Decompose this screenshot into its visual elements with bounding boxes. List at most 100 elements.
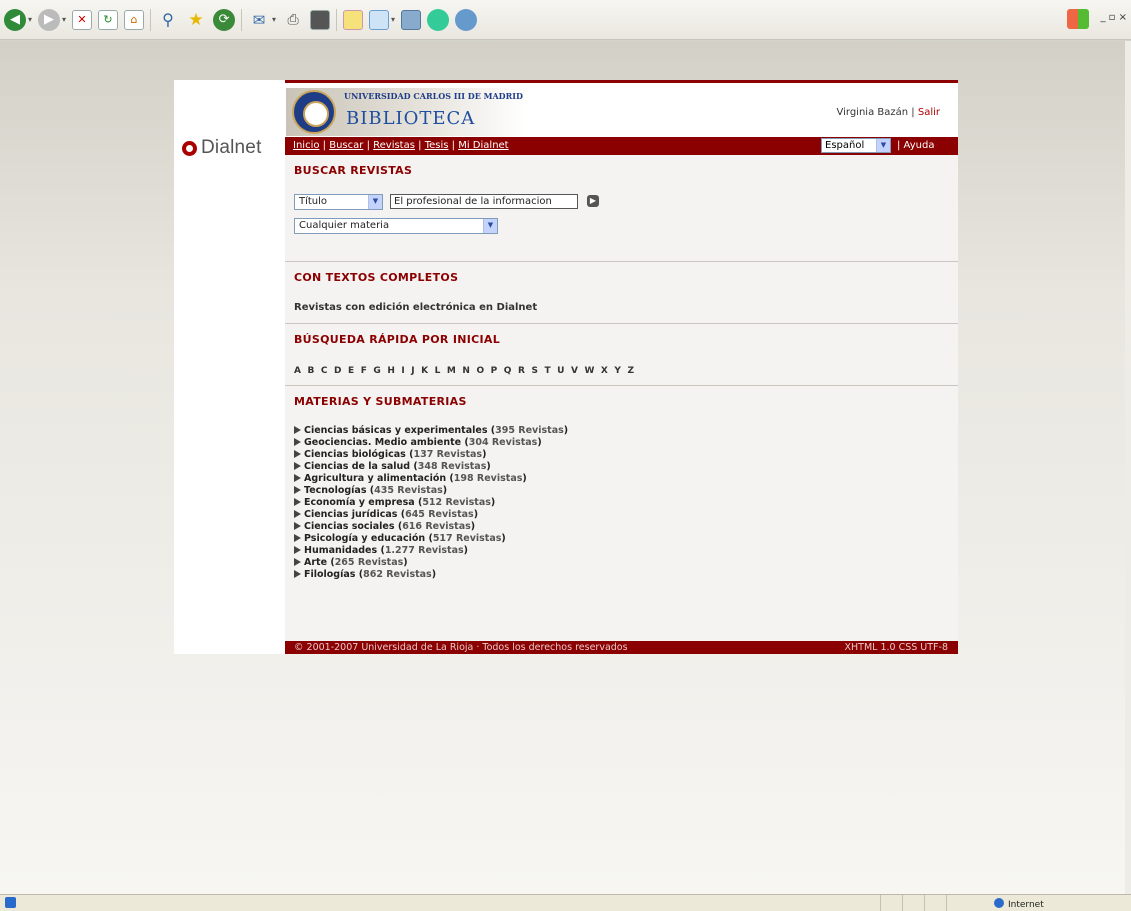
users-icon[interactable]	[427, 8, 450, 31]
user-name: Virginia Bazán	[836, 107, 909, 118]
messenger-icon[interactable]	[369, 9, 390, 30]
university-seal-icon	[292, 90, 336, 134]
language-value: Español	[825, 140, 865, 151]
library-name: BIBLIOTECA	[346, 108, 476, 129]
materia-item[interactable]: Ciencias sociales (616 Revistas)	[294, 521, 568, 533]
research-icon[interactable]	[401, 9, 422, 30]
main-content: UNIVERSIDAD CARLOS III DE MADRID BIBLIOT…	[285, 80, 958, 654]
quick-search-title: BÚSQUEDA RÁPIDA POR INICIAL	[294, 333, 501, 346]
search-go-button[interactable]: ▶	[587, 195, 599, 207]
nav-mi-dialnet[interactable]: Mi Dialnet	[458, 140, 508, 151]
dialnet-logo[interactable]: Dialnet	[182, 137, 262, 159]
chevron-down-icon[interactable]: ▼	[876, 139, 890, 152]
language-select[interactable]: Español ▼	[821, 138, 891, 153]
materias-title: MATERIAS Y SUBMATERIAS	[294, 395, 467, 408]
browser-toolbar: ◀ ▾ ▶ ▾ ✕ ↻ ⌂ ⚲ ★ ⟳ ✉ ▾ ⎙ ▾	[0, 0, 1131, 40]
alphabet-links[interactable]: A B C D E F G H I J K L M N O P Q R S T …	[294, 366, 634, 376]
expand-triangle-icon	[294, 498, 301, 506]
materia-item[interactable]: Filologías (862 Revistas)	[294, 569, 568, 581]
forward-icon[interactable]: ▶	[38, 8, 61, 31]
expand-triangle-icon	[294, 534, 301, 542]
materias-list: Ciencias básicas y experimentales (395 R…	[294, 425, 568, 581]
vertical-scrollbar[interactable]	[1125, 41, 1131, 894]
materia-item[interactable]: Ciencias básicas y experimentales (395 R…	[294, 425, 568, 437]
page-icon	[5, 897, 16, 908]
materia-item[interactable]: Ciencias biológicas (137 Revistas)	[294, 449, 568, 461]
nav-revistas[interactable]: Revistas	[373, 140, 415, 151]
expand-triangle-icon	[294, 462, 301, 470]
materia-item[interactable]: Economía y empresa (512 Revistas)	[294, 497, 568, 509]
help-link[interactable]: | Ayuda	[897, 140, 934, 151]
contacts-icon[interactable]	[455, 8, 478, 31]
search-icon[interactable]: ⚲	[157, 9, 179, 31]
globe-icon	[994, 898, 1004, 908]
materia-item[interactable]: Arte (265 Revistas)	[294, 557, 568, 569]
university-name: UNIVERSIDAD CARLOS III DE MADRID	[344, 91, 523, 101]
search-title: BUSCAR REVISTAS	[294, 164, 413, 177]
back-dropdown-icon[interactable]: ▾	[28, 15, 32, 24]
user-separator: |	[911, 107, 915, 118]
back-icon[interactable]: ◀	[4, 8, 26, 31]
expand-triangle-icon	[294, 558, 301, 566]
materia-item[interactable]: Humanidades (1.277 Revistas)	[294, 545, 568, 557]
mail-dropdown-icon[interactable]: ▾	[272, 15, 276, 24]
search-field-select[interactable]: Título ▼	[294, 194, 383, 210]
messenger-dropdown-icon[interactable]: ▾	[391, 15, 395, 24]
section-divider	[285, 323, 958, 324]
expand-triangle-icon	[294, 426, 301, 434]
expand-triangle-icon	[294, 510, 301, 518]
standards-links[interactable]: XHTML 1.0 CSS UTF-8	[845, 642, 949, 653]
toolbar-separator	[241, 8, 243, 31]
expand-triangle-icon	[294, 546, 301, 554]
print-icon[interactable]: ⎙	[282, 9, 304, 31]
dialnet-logo-text: Dialnet	[201, 137, 262, 158]
window-controls[interactable]: _ ▫ ×	[1100, 12, 1127, 23]
expand-triangle-icon	[294, 450, 301, 458]
chevron-down-icon[interactable]: ▼	[483, 219, 497, 233]
fulltext-title: CON TEXTOS COMPLETOS	[294, 271, 459, 284]
search-input[interactable]	[390, 194, 578, 209]
section-divider	[285, 385, 958, 386]
main-nav: Inicio | Buscar | Revistas | Tesis | Mi …	[285, 137, 958, 155]
expand-triangle-icon	[294, 570, 301, 578]
materia-item[interactable]: Geociencias. Medio ambiente (304 Revista…	[294, 437, 568, 449]
fulltext-link[interactable]: Revistas con edición electrónica en Dial…	[294, 302, 537, 313]
materia-value: Cualquier materia	[299, 220, 390, 231]
refresh-icon[interactable]: ↻	[98, 9, 119, 30]
search-field-value: Título	[299, 196, 328, 207]
university-banner[interactable]: UNIVERSIDAD CARLOS III DE MADRID BIBLIOT…	[286, 88, 526, 136]
history-icon[interactable]: ⟳	[213, 8, 236, 31]
expand-triangle-icon	[294, 486, 301, 494]
forward-dropdown-icon[interactable]: ▾	[62, 15, 66, 24]
security-zone: Internet	[994, 898, 1044, 910]
copyright: © 2001-2007 Universidad de La Rioja · To…	[294, 642, 628, 653]
expand-triangle-icon	[294, 474, 301, 482]
materia-item[interactable]: Ciencias de la salud (348 Revistas)	[294, 461, 568, 473]
user-area: Virginia Bazán | Salir	[837, 107, 941, 118]
materia-item[interactable]: Tecnologías (435 Revistas)	[294, 485, 568, 497]
status-bar: Internet	[0, 894, 1131, 911]
stop-icon[interactable]: ✕	[72, 9, 93, 30]
favorites-icon[interactable]: ★	[185, 9, 207, 31]
header: UNIVERSIDAD CARLOS III DE MADRID BIBLIOT…	[285, 83, 958, 137]
section-divider	[285, 261, 958, 262]
dialnet-sidebar	[174, 80, 285, 654]
mail-icon[interactable]: ✉	[248, 9, 270, 31]
folder-icon[interactable]	[343, 9, 364, 30]
nav-tesis[interactable]: Tesis	[425, 140, 449, 151]
nav-inicio[interactable]: Inicio	[293, 140, 319, 151]
chevron-down-icon[interactable]: ▼	[368, 195, 382, 209]
nav-buscar[interactable]: Buscar	[329, 140, 363, 151]
materia-item[interactable]: Psicología y educación (517 Revistas)	[294, 533, 568, 545]
status-panes	[880, 895, 968, 911]
footer: © 2001-2007 Universidad de La Rioja · To…	[285, 641, 958, 654]
expand-triangle-icon	[294, 438, 301, 446]
materia-item[interactable]: Agricultura y alimentación (198 Revistas…	[294, 473, 568, 485]
home-icon[interactable]: ⌂	[124, 9, 145, 30]
logout-link[interactable]: Salir	[918, 107, 940, 118]
windows-logo-icon	[1067, 9, 1089, 29]
expand-triangle-icon	[294, 522, 301, 530]
materia-select[interactable]: Cualquier materia ▼	[294, 218, 498, 234]
materia-item[interactable]: Ciencias jurídicas (645 Revistas)	[294, 509, 568, 521]
edit-icon[interactable]	[310, 9, 331, 30]
